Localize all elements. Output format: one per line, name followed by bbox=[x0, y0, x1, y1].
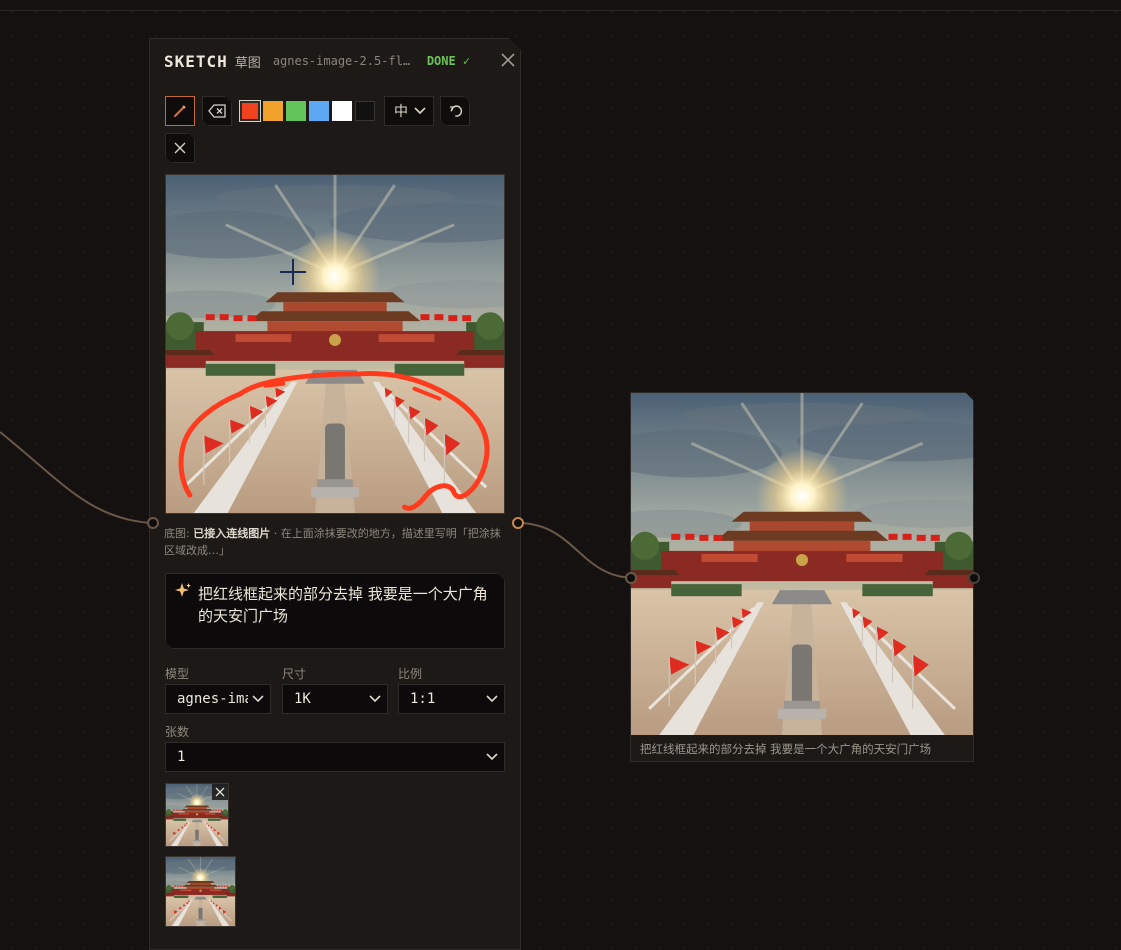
crosshair-cursor-icon bbox=[280, 259, 306, 285]
generated-image bbox=[631, 393, 973, 735]
remove-attachment-button[interactable] bbox=[212, 784, 228, 800]
result-thumbnail[interactable] bbox=[165, 856, 236, 927]
output-port[interactable] bbox=[512, 517, 524, 529]
chevron-down-icon bbox=[369, 695, 381, 703]
color-swatch-black[interactable] bbox=[355, 101, 375, 121]
prompt-input[interactable]: 把红线框起来的部分去掉 我要是一个大广角的天安门广场 bbox=[165, 573, 505, 649]
color-swatch-blue[interactable] bbox=[309, 101, 329, 121]
sketch-node[interactable]: SKETCH 草图 agnes-image-2.5-fl… DONE ✓ 中 底… bbox=[149, 38, 521, 950]
chevron-down-icon bbox=[486, 753, 498, 761]
undo-icon bbox=[448, 104, 462, 118]
output-wire bbox=[517, 522, 636, 579]
generated-image-content bbox=[631, 393, 973, 735]
undo-button[interactable] bbox=[440, 96, 470, 126]
chevron-down-icon bbox=[486, 695, 498, 703]
close-icon[interactable] bbox=[500, 52, 516, 68]
color-swatch-red[interactable] bbox=[240, 101, 260, 121]
ratio-select[interactable]: 1:1 bbox=[398, 684, 505, 714]
clear-canvas-button[interactable] bbox=[165, 133, 195, 163]
chevron-down-icon bbox=[414, 107, 426, 115]
prompt-text: 把红线框起来的部分去掉 我要是一个大广角的天安门广场 bbox=[198, 585, 488, 625]
size-select[interactable]: 1K bbox=[282, 684, 388, 714]
pen-icon bbox=[172, 103, 188, 119]
sparkle-icon bbox=[174, 582, 192, 600]
count-value: 1 bbox=[177, 749, 186, 765]
sketch-strokes bbox=[166, 175, 504, 513]
hint-status: 已接入连线图片 bbox=[193, 527, 271, 540]
model-value: agnes-image-2.5-flash bbox=[177, 691, 245, 707]
count-select[interactable]: 1 bbox=[165, 742, 505, 772]
output-node-output-port[interactable] bbox=[968, 572, 980, 584]
output-image-node[interactable]: 把红线框起来的部分去掉 我要是一个大广角的天安门广场 bbox=[630, 392, 974, 762]
color-swatch-orange[interactable] bbox=[263, 101, 283, 121]
ratio-label: 比例 bbox=[398, 667, 423, 681]
count-label: 张数 bbox=[165, 725, 190, 739]
color-swatch-green[interactable] bbox=[286, 101, 306, 121]
node-model-name: agnes-image-2.5-fl… bbox=[272, 54, 411, 68]
base-image-hint: 底图: 已接入连线图片 · 在上面涂抹要改的地方，描述里写明「把涂抹区域改成…」 bbox=[164, 525, 510, 559]
color-swatch-white[interactable] bbox=[332, 101, 352, 121]
attachment-thumbnail[interactable] bbox=[165, 783, 229, 847]
incoming-wire bbox=[0, 431, 154, 524]
output-caption: 把红线框起来的部分去掉 我要是一个大广角的天安门广场 bbox=[640, 742, 932, 756]
size-label: 尺寸 bbox=[282, 667, 307, 681]
node-subtitle: 草图 bbox=[234, 55, 261, 71]
ratio-value: 1:1 bbox=[410, 691, 436, 707]
pen-tool-button[interactable] bbox=[165, 96, 195, 126]
brush-size-select[interactable]: 中 bbox=[384, 96, 434, 126]
hint-prefix: 底图: bbox=[164, 527, 194, 540]
model-label: 模型 bbox=[165, 667, 190, 681]
output-node-input-port[interactable] bbox=[625, 572, 637, 584]
input-port[interactable] bbox=[147, 517, 159, 529]
thumbnail-image bbox=[166, 857, 235, 926]
close-icon bbox=[212, 784, 228, 800]
size-value: 1K bbox=[294, 691, 311, 707]
eraser-tool-button[interactable] bbox=[202, 96, 232, 126]
status-badge: DONE ✓ bbox=[426, 54, 471, 68]
eraser-icon bbox=[208, 104, 226, 118]
node-header[interactable]: SKETCH 草图 agnes-image-2.5-fl… DONE ✓ bbox=[164, 49, 508, 73]
chevron-down-icon bbox=[252, 695, 264, 703]
clear-icon bbox=[173, 141, 187, 155]
brush-size-value: 中 bbox=[394, 104, 408, 120]
model-select[interactable]: agnes-image-2.5-flash bbox=[165, 684, 271, 714]
node-title: SKETCH bbox=[164, 51, 228, 71]
sketch-canvas[interactable] bbox=[165, 174, 505, 514]
